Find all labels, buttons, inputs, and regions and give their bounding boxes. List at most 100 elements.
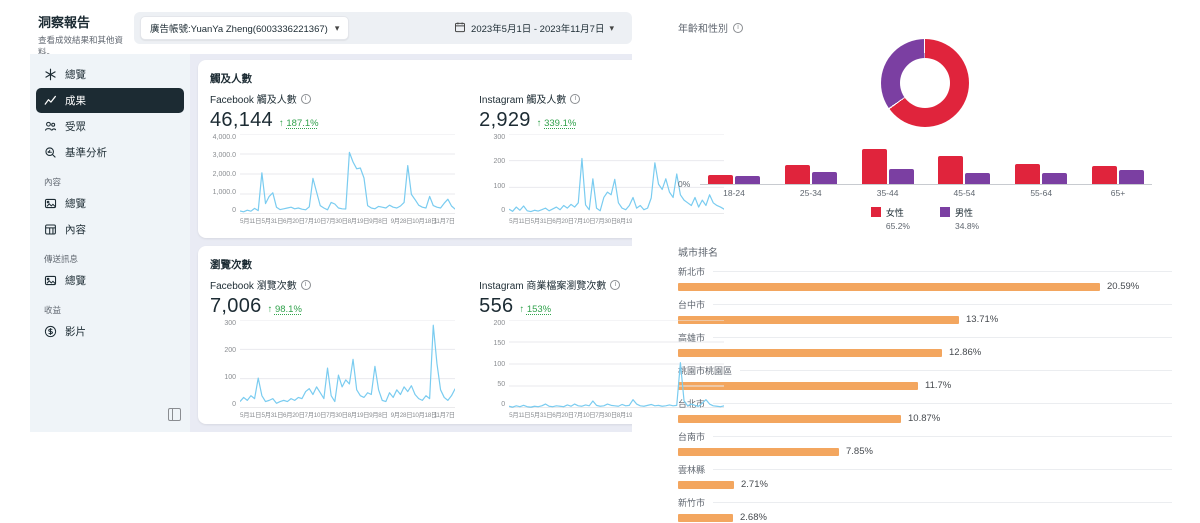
city-row: 台南市7.85% (678, 430, 1172, 457)
gallery-icon (44, 274, 57, 287)
date-range-label: 2023年5月1日 - 2023年11月7日 (471, 21, 604, 35)
grid-icon (44, 223, 57, 236)
city-percentage: 13.71% (966, 314, 998, 325)
up-arrow-icon (268, 304, 275, 315)
sidebar-item-label: 總覽 (65, 67, 86, 82)
city-name: 台中市 (678, 298, 705, 311)
info-icon[interactable] (301, 280, 311, 290)
age-gender-title: 年齡和性別 (678, 20, 728, 35)
male-bar (1042, 173, 1067, 184)
city-percentage: 7.85% (846, 446, 873, 457)
male-bar (889, 169, 914, 184)
info-icon[interactable] (610, 280, 620, 290)
female-bar (1015, 164, 1040, 184)
age-group-bars (1015, 164, 1067, 184)
plot-area (240, 134, 455, 214)
sidebar-item-label: 影片 (65, 324, 86, 339)
female-bar (708, 175, 733, 184)
y-axis-labels: 3002001000 (210, 320, 236, 408)
divider (740, 370, 1172, 371)
city-row: 新北市20.59% (678, 265, 1172, 292)
metric-change: 98.1% (268, 304, 302, 315)
y-axis-labels: 3002001000 (479, 134, 505, 214)
age-group-bars (938, 156, 990, 184)
city-row: 高雄市12.86% (678, 331, 1172, 358)
collapse-sidebar-button[interactable] (165, 405, 184, 424)
info-icon[interactable] (570, 94, 580, 104)
x-axis-labels: 5月11日5月31日6月20日7月10日7月30日8月19日9月8日9月28日1… (240, 410, 455, 418)
city-percentage: 2.68% (740, 512, 767, 523)
collapse-icon (168, 408, 181, 421)
sidebar-item[interactable]: 基準分析 (36, 140, 184, 165)
account-selector[interactable]: 廣告帳號:YuanYa Zheng(6003336221367) (140, 16, 349, 40)
metric-value: 2,929 (479, 109, 531, 132)
sidebar-item[interactable]: 總覽 (36, 191, 184, 216)
divider (713, 436, 1172, 437)
metric-name: Instagram 商業檔案瀏覽次數 (479, 277, 606, 292)
audience-icon (44, 120, 57, 133)
male-swatch (940, 207, 950, 217)
female-swatch (871, 207, 881, 217)
female-bar (1092, 166, 1117, 184)
sidebar-item[interactable]: 影片 (36, 319, 184, 344)
plot-area (240, 320, 455, 408)
male-bar (1119, 170, 1144, 184)
sidebar-item-label: 基準分析 (65, 145, 107, 160)
sidebar-item[interactable]: 總覽 (36, 62, 184, 87)
info-icon[interactable] (733, 23, 743, 33)
male-bar (735, 176, 760, 184)
sidebar-section-label: 傳送訊息 (44, 253, 184, 265)
insights-app: 洞察報告 查看成效結果和其他資料。 廣告帳號:YuanYa Zheng(6003… (0, 0, 632, 456)
legend-item-male: 男性 34.8% (940, 206, 979, 231)
age-category-label: 25-34 (785, 188, 837, 198)
sidebar-item-label: 總覽 (65, 196, 86, 211)
city-bar (678, 514, 733, 522)
metric-value: 7,006 (210, 295, 262, 318)
age-category-label: 65+ (1092, 188, 1144, 198)
city-percentage: 11.7% (925, 380, 951, 391)
up-arrow-icon (537, 118, 544, 129)
metric-panel: Facebook 瀏覽次數 7,006 98.1% 3002001000 (210, 277, 455, 418)
sidebar-item[interactable]: 內容 (36, 217, 184, 242)
divider (713, 271, 1172, 272)
line-chart: 3002001000 (210, 320, 455, 408)
chevron-down-icon (609, 23, 614, 34)
city-percentage: 10.87% (908, 413, 940, 424)
plot-area (509, 320, 724, 408)
metric-change: 187.1% (279, 118, 319, 129)
y-axis-labels: 4,000.03,000.02,000.01,000.00 (210, 134, 236, 214)
divider (713, 337, 1172, 338)
sidebar-item[interactable]: 受眾 (36, 114, 184, 139)
metric-change: 153% (519, 304, 551, 315)
age-group-bars (1092, 166, 1144, 184)
zero-axis-label: 0% (678, 179, 690, 189)
sidebar-item[interactable]: 成果 (36, 88, 184, 113)
age-group-bars (708, 175, 760, 184)
sidebar-item-label: 內容 (65, 222, 86, 237)
city-row: 雲林縣2.71% (678, 463, 1172, 490)
results-icon (44, 94, 57, 107)
account-selector-label: 廣告帳號:YuanYa Zheng(6003336221367) (150, 21, 328, 35)
city-bar (678, 415, 901, 423)
sidebar-item[interactable]: 總覽 (36, 268, 184, 293)
female-bar (785, 165, 810, 184)
topbar-strip: 廣告帳號:YuanYa Zheng(6003336221367) 2023年5月… (134, 12, 632, 44)
city-percentage: 20.59% (1107, 281, 1139, 292)
info-icon[interactable] (301, 94, 311, 104)
plot-area (509, 134, 724, 214)
legend-item-female: 女性 65.2% (871, 206, 910, 231)
overview-icon (44, 68, 57, 81)
legend-label: 男性 (955, 206, 979, 219)
city-percentage: 12.86% (949, 347, 981, 358)
age-category-label: 45-54 (938, 188, 990, 198)
city-bar (678, 448, 839, 456)
age-group-bars (862, 149, 914, 184)
card-title: 觸及人數 (210, 71, 252, 86)
calendar-icon (454, 21, 466, 36)
age-category-labels: 18-2425-3435-4445-5455-6465+ (700, 188, 1152, 198)
metric-name: Instagram 觸及人數 (479, 91, 566, 106)
date-range-picker[interactable]: 2023年5月1日 - 2023年11月7日 (448, 20, 620, 37)
age-group-bars (785, 165, 837, 184)
age-category-label: 35-44 (862, 188, 914, 198)
legend-total: 65.2% (886, 221, 910, 231)
